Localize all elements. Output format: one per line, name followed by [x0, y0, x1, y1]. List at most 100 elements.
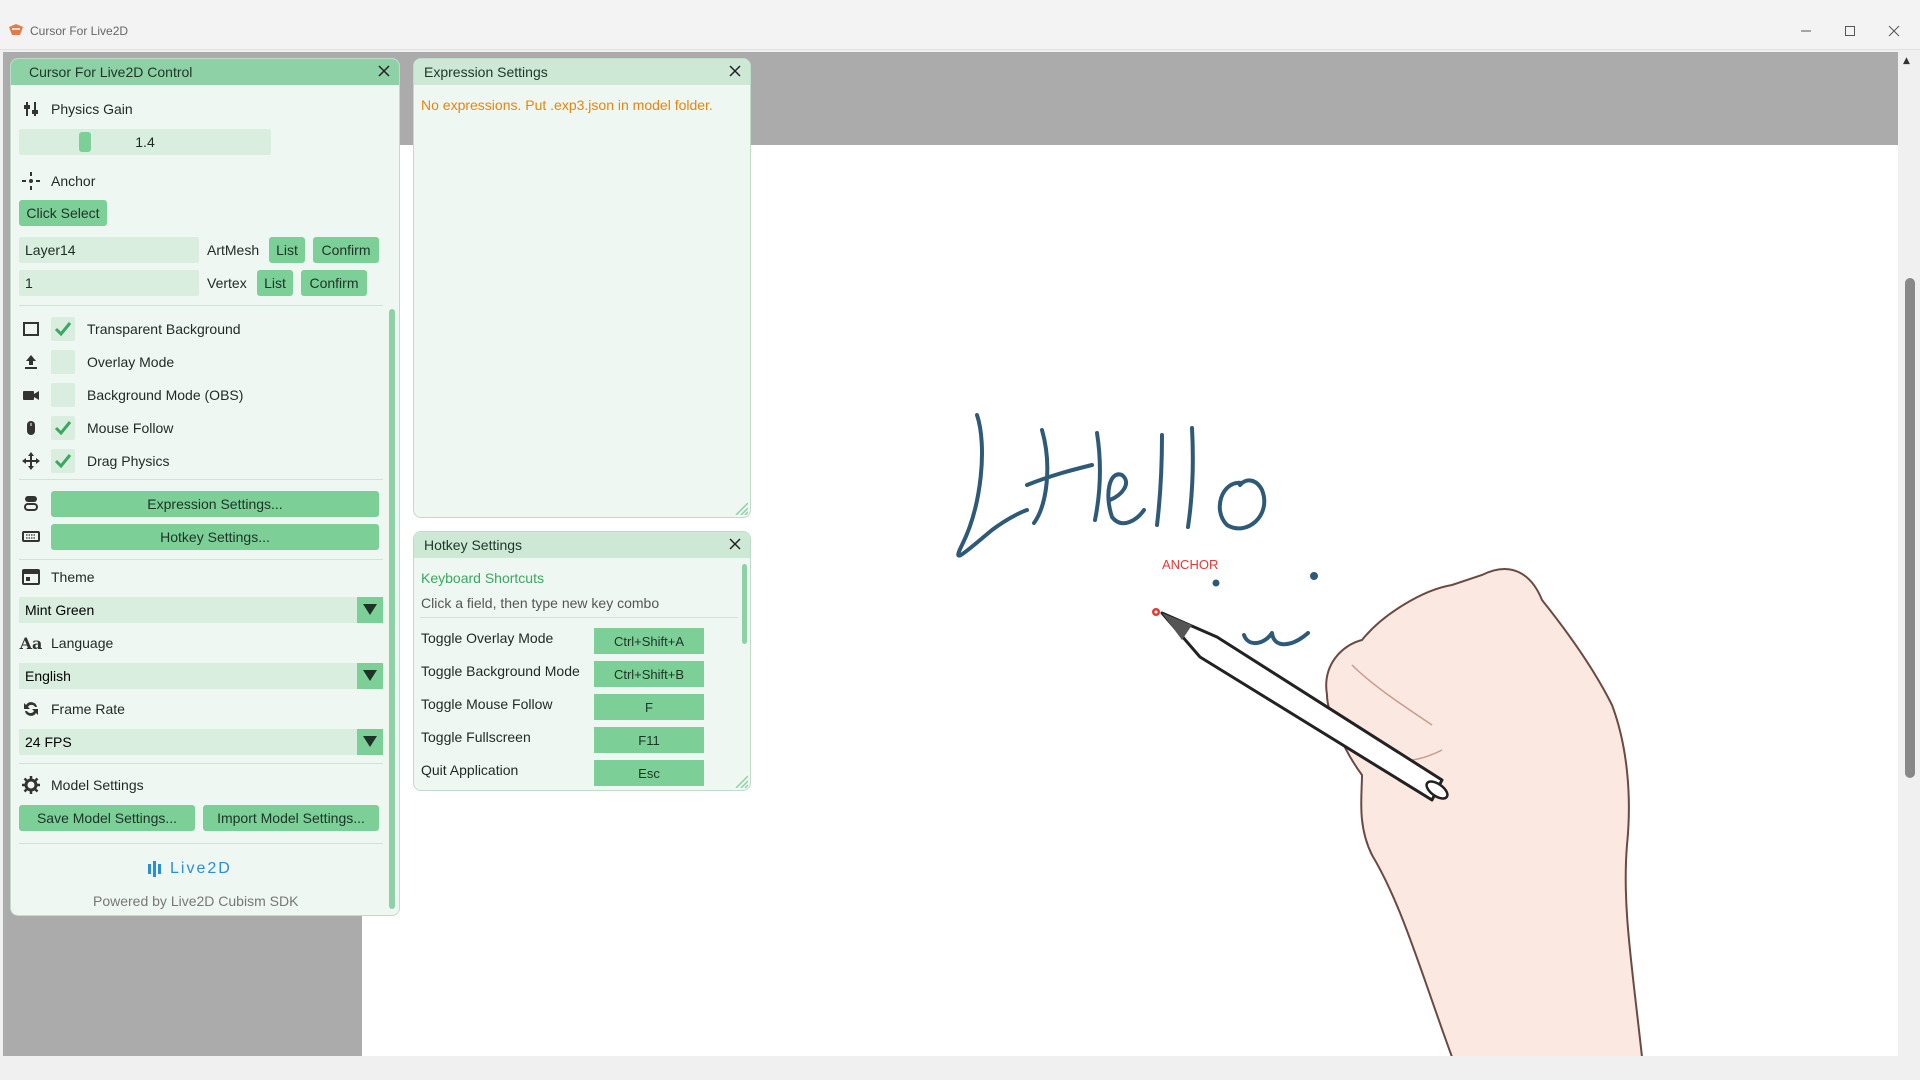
background-mode-checkbox[interactable] — [51, 383, 75, 407]
sliders-icon — [24, 102, 38, 116]
slider-handle[interactable] — [79, 132, 91, 152]
artmesh-label: ArtMesh — [207, 242, 260, 258]
drag-physics-checkbox[interactable] — [51, 449, 75, 473]
vertex-label: Vertex — [207, 275, 247, 291]
hotkey-label: Toggle Background Mode — [421, 663, 580, 679]
move-icon — [22, 452, 40, 470]
model-settings-row: Model Settings — [21, 775, 144, 795]
separator — [19, 843, 383, 844]
frame-rate-select[interactable]: 24 FPS — [19, 729, 383, 755]
live2d-logo: Live2D — [146, 859, 232, 879]
chevron-down-icon[interactable] — [357, 597, 383, 623]
vertex-list-button[interactable]: List — [257, 270, 293, 296]
vertex-confirm-button[interactable]: Confirm — [301, 270, 367, 296]
minimize-icon — [1801, 30, 1811, 32]
hotkey-field[interactable]: Ctrl+Shift+A — [594, 628, 704, 654]
minimize-button[interactable] — [1786, 18, 1826, 44]
artmesh-list-button[interactable]: List — [269, 237, 305, 263]
checkmark-icon — [54, 322, 72, 337]
hotkey-field[interactable]: Ctrl+Shift+B — [594, 661, 704, 687]
overlay-mode-label: Overlay Mode — [87, 354, 175, 370]
hotkey-label: Toggle Fullscreen — [421, 729, 531, 745]
powered-by-text: Powered by Live2D Cubism SDK — [93, 893, 299, 909]
window-title: Cursor For Live2D — [30, 24, 129, 38]
close-icon[interactable] — [726, 535, 744, 553]
theme-icon — [22, 569, 40, 585]
hotkey-hint: Click a field, then type new key combo — [421, 595, 660, 611]
mouse-icon — [27, 421, 35, 435]
anchor-marker-label: ANCHOR — [1162, 557, 1219, 572]
mouse-follow-checkbox[interactable] — [51, 416, 75, 440]
checkmark-icon — [54, 421, 72, 436]
theme-value: Mint Green — [25, 602, 95, 618]
close-window-button[interactable] — [1874, 18, 1914, 44]
click-select-button[interactable]: Click Select — [19, 200, 107, 226]
hotkey-label: Toggle Mouse Follow — [421, 696, 553, 712]
scrollbar-thumb[interactable] — [1905, 278, 1915, 778]
chevron-down-icon[interactable] — [357, 729, 383, 755]
artmesh-input[interactable]: Layer14 — [19, 237, 199, 263]
scroll-up-icon[interactable]: ▲ — [1903, 56, 1910, 66]
keyboard-icon — [22, 531, 40, 542]
import-model-settings-button[interactable]: Import Model Settings... — [203, 805, 379, 831]
gear-icon — [22, 776, 40, 794]
expression-panel-header[interactable]: Expression Settings — [414, 59, 750, 85]
theme-label: Theme — [51, 569, 95, 585]
hotkey-field[interactable]: F11 — [594, 727, 704, 753]
model-settings-label: Model Settings — [51, 777, 144, 793]
language-value: English — [25, 668, 71, 684]
separator — [19, 559, 383, 560]
transparent-background-checkbox[interactable] — [51, 317, 75, 341]
frame-rate-row: Frame Rate — [21, 699, 125, 719]
separator — [19, 479, 383, 480]
control-panel-scrollbar[interactable] — [389, 309, 395, 909]
live2d-logo-icon — [148, 861, 161, 877]
upload-icon — [25, 355, 37, 369]
status-strip — [0, 1056, 1920, 1080]
close-icon[interactable] — [375, 62, 393, 80]
maximize-button[interactable] — [1830, 18, 1870, 44]
separator — [19, 763, 383, 764]
refresh-icon — [24, 702, 38, 716]
hotkey-panel-scrollbar[interactable] — [742, 564, 747, 644]
physics-gain-label: Physics Gain — [51, 101, 133, 117]
camera-icon — [23, 391, 39, 400]
background-mode-label: Background Mode (OBS) — [87, 387, 244, 403]
keyboard-shortcuts-heading: Keyboard Shortcuts — [421, 570, 544, 586]
hotkey-panel-title: Hotkey Settings — [424, 537, 523, 553]
control-panel: Cursor For Live2D Control Physics Gain 1… — [10, 58, 400, 916]
maximize-icon — [1845, 26, 1855, 36]
separator — [19, 305, 383, 306]
live2d-logo-text: Live2D — [170, 860, 232, 877]
resize-grip-icon[interactable] — [734, 774, 748, 788]
physics-gain-value: 1.4 — [135, 134, 155, 150]
anchor-label: Anchor — [51, 173, 96, 189]
theme-select[interactable]: Mint Green — [19, 597, 383, 623]
expression-panel-title: Expression Settings — [424, 64, 548, 80]
hotkey-settings-button[interactable]: Hotkey Settings... — [51, 524, 379, 550]
language-label: Language — [51, 635, 114, 651]
hotkey-panel-header[interactable]: Hotkey Settings — [414, 532, 750, 558]
separator — [420, 617, 738, 618]
expression-settings-panel: Expression Settings No expressions. Put … — [413, 58, 751, 518]
physics-gain-slider[interactable]: 1.4 — [19, 129, 271, 155]
physics-gain-row: Physics Gain — [21, 99, 133, 119]
hotkey-label: Quit Application — [421, 762, 519, 778]
close-icon[interactable] — [726, 62, 744, 80]
save-model-settings-button[interactable]: Save Model Settings... — [19, 805, 195, 831]
overlay-mode-checkbox[interactable] — [51, 350, 75, 374]
anchor-row: Anchor — [21, 171, 95, 191]
expression-settings-button[interactable]: Expression Settings... — [51, 491, 379, 517]
title-bar: Cursor For Live2D — [0, 0, 1920, 50]
resize-grip-icon[interactable] — [734, 501, 748, 515]
language-row: Aa Language — [20, 633, 114, 653]
chevron-down-icon[interactable] — [357, 663, 383, 689]
control-panel-header[interactable]: Cursor For Live2D Control — [11, 59, 399, 85]
drag-physics-label: Drag Physics — [87, 453, 170, 469]
hotkey-field[interactable]: Esc — [594, 760, 704, 786]
hotkey-field[interactable]: F — [594, 694, 704, 720]
artmesh-confirm-button[interactable]: Confirm — [313, 237, 379, 263]
language-select[interactable]: English — [19, 663, 383, 689]
vertex-input[interactable]: 1 — [19, 270, 199, 296]
toggle-icon — [24, 496, 38, 511]
